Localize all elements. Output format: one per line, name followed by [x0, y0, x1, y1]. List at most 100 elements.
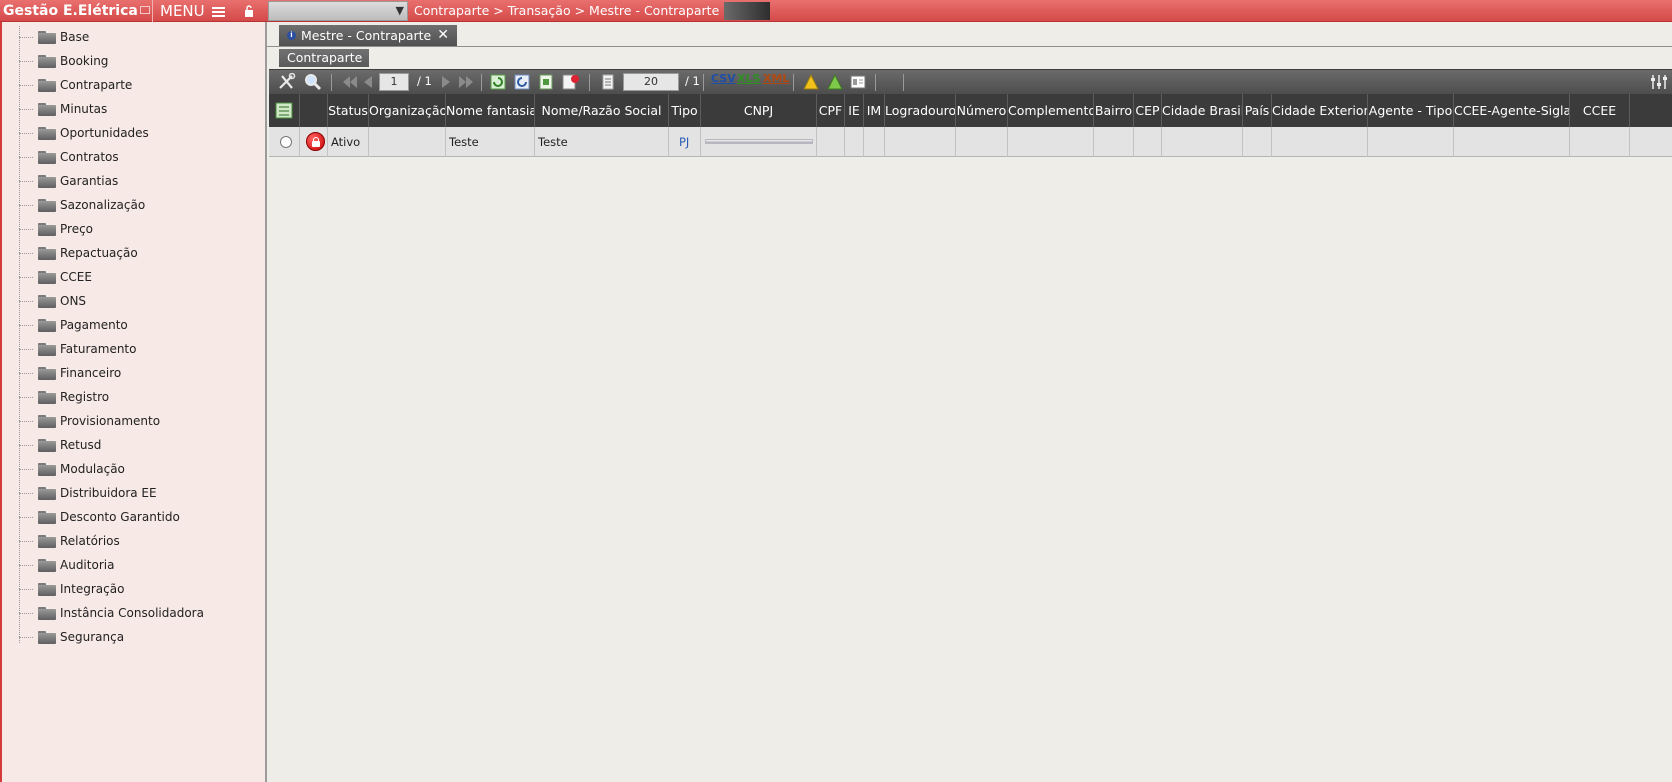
column-header-bairro[interactable]: Bairro [1094, 94, 1134, 127]
column-header-agente-tipo[interactable]: Agente - Tipo [1368, 94, 1454, 127]
column-settings-icon[interactable] [1649, 73, 1669, 91]
folder-icon [38, 198, 56, 212]
sidebar-item-integra-o[interactable]: Integração [19, 578, 264, 600]
export-csv-button[interactable]: CSV [711, 72, 736, 85]
column-header-cpf[interactable]: CPF [817, 94, 845, 127]
export-sheet-icon[interactable] [537, 73, 555, 91]
sidebar-item-sazonaliza-o[interactable]: Sazonalização [19, 194, 264, 216]
prev-page-icon[interactable] [361, 73, 375, 91]
tab-mestre-contraparte[interactable]: i Mestre - Contraparte ✕ [279, 25, 457, 46]
column-header-nome-fantasia[interactable]: Nome fantasia [446, 94, 535, 127]
cell-status: Ativo [328, 127, 369, 157]
page-input[interactable]: 1 [379, 73, 409, 91]
sidebar-item-provisionamento[interactable]: Provisionamento [19, 410, 264, 432]
import-xml-icon[interactable] [801, 73, 821, 91]
first-page-icon[interactable] [341, 73, 359, 91]
next-page-icon[interactable] [439, 73, 453, 91]
row-radio[interactable] [280, 136, 292, 148]
sidebar-item-pre-o[interactable]: Preço [19, 218, 264, 240]
rows-total: / 1 [685, 74, 700, 88]
unlock-icon[interactable] [244, 5, 254, 17]
export-xls-button[interactable]: XLS [737, 72, 760, 85]
sidebar-item-base[interactable]: Base [19, 26, 264, 48]
window-icon[interactable] [139, 6, 150, 14]
menu-button[interactable]: MENU [160, 0, 232, 22]
refresh-icon[interactable] [489, 73, 507, 91]
sidebar-item-desconto-garantido[interactable]: Desconto Garantido [19, 506, 264, 528]
last-page-icon[interactable] [457, 73, 475, 91]
locked-icon[interactable] [306, 132, 325, 151]
sidebar-item-modula-o[interactable]: Modulação [19, 458, 264, 480]
sidebar-item-ons[interactable]: ONS [19, 290, 264, 312]
folder-icon [38, 630, 56, 644]
sidebar-item-seguran-a[interactable]: Segurança [19, 626, 264, 648]
folder-icon [38, 390, 56, 404]
column-header-cidade-brasil[interactable]: Cidade Brasil [1162, 94, 1243, 127]
cell-empty [1008, 127, 1094, 157]
sidebar-item-retusd[interactable]: Retusd [19, 434, 264, 456]
column-header-tipo[interactable]: Tipo [669, 94, 701, 127]
column-header-n-mero[interactable]: Número [956, 94, 1008, 127]
sidebar-item-oportunidades[interactable]: Oportunidades [19, 122, 264, 144]
sidebar-item-label: Segurança [60, 630, 125, 644]
column-header-complemento[interactable]: Complemento [1008, 94, 1094, 127]
filter-remove-icon[interactable] [561, 73, 581, 91]
folder-icon [38, 510, 56, 524]
tools-icon[interactable] [277, 73, 297, 91]
subtab-contraparte[interactable]: Contraparte [279, 49, 369, 67]
separator [875, 74, 876, 91]
column-header-logradouro[interactable]: Logradouro [885, 94, 956, 127]
sidebar-item-label: Retusd [60, 438, 102, 452]
column-header-ie[interactable]: IE [845, 94, 864, 127]
column-header-ccee[interactable]: CCEE [1570, 94, 1630, 127]
export-xml-button[interactable]: XML [763, 72, 789, 85]
sidebar-item-registro[interactable]: Registro [19, 386, 264, 408]
breadcrumb[interactable]: Contraparte > Transação > Mestre - Contr… [414, 0, 734, 22]
import-xls-icon[interactable] [825, 73, 845, 91]
context-selector[interactable]: ▼ [268, 1, 408, 21]
cell-cnpj [701, 127, 817, 157]
column-header-cidade-exterior[interactable]: Cidade Exterior [1272, 94, 1368, 127]
separator [589, 74, 590, 91]
column-header-cnpj[interactable]: CNPJ [701, 94, 817, 127]
rows-per-page-icon[interactable] [601, 73, 615, 91]
grid-toolbar: 1 / 1 20 / 1 CSV XLS XML [269, 69, 1672, 94]
sidebar-item-faturamento[interactable]: Faturamento [19, 338, 264, 360]
sidebar-item-garantias[interactable]: Garantias [19, 170, 264, 192]
column-header-im[interactable]: IM [864, 94, 885, 127]
cell-tipo[interactable]: PJ [669, 127, 701, 157]
column-header-status[interactable]: Status [328, 94, 369, 127]
app-title-text: Gestão E.Elétrica [3, 3, 138, 19]
select-all-column[interactable] [269, 94, 300, 127]
folder-icon [38, 438, 56, 452]
column-header-organiza-o[interactable]: Organização [369, 94, 446, 127]
table-row[interactable]: Ativo Teste Teste PJ [269, 127, 1672, 157]
column-header-pa-s[interactable]: País [1243, 94, 1272, 127]
tree-connector [19, 228, 33, 230]
sidebar-item-label: Relatórios [60, 534, 120, 548]
sidebar-item-booking[interactable]: Booking [19, 50, 264, 72]
rows-per-page-input[interactable]: 20 [623, 73, 679, 91]
search-icon[interactable] [303, 73, 323, 91]
column-header-cep[interactable]: CEP [1134, 94, 1162, 127]
cell-empty [1134, 127, 1162, 157]
sidebar-item-distribuidora-ee[interactable]: Distribuidora EE [19, 482, 264, 504]
sidebar-item-inst-ncia-consolidadora[interactable]: Instância Consolidadora [19, 602, 264, 624]
sidebar-item-financeiro[interactable]: Financeiro [19, 362, 264, 384]
sidebar-item-contratos[interactable]: Contratos [19, 146, 264, 168]
tree-connector [19, 324, 33, 326]
tree-connector [19, 564, 33, 566]
sidebar-item-ccee[interactable]: CCEE [19, 266, 264, 288]
cnpj-masked-bar [705, 139, 813, 144]
column-header-ccee-agente-sigla[interactable]: CCEE-Agente-Sigla [1454, 94, 1570, 127]
sidebar-item-minutas[interactable]: Minutas [19, 98, 264, 120]
close-icon[interactable]: ✕ [437, 25, 449, 46]
sidebar-item-repactua-o[interactable]: Repactuação [19, 242, 264, 264]
column-header-nome-raz-o-social[interactable]: Nome/Razão Social [535, 94, 669, 127]
form-view-icon[interactable] [849, 73, 867, 91]
sidebar-item-auditoria[interactable]: Auditoria [19, 554, 264, 576]
sidebar-item-relat-rios[interactable]: Relatórios [19, 530, 264, 552]
sidebar-item-contraparte[interactable]: Contraparte [19, 74, 264, 96]
sidebar-item-pagamento[interactable]: Pagamento [19, 314, 264, 336]
reload-icon[interactable] [513, 73, 531, 91]
